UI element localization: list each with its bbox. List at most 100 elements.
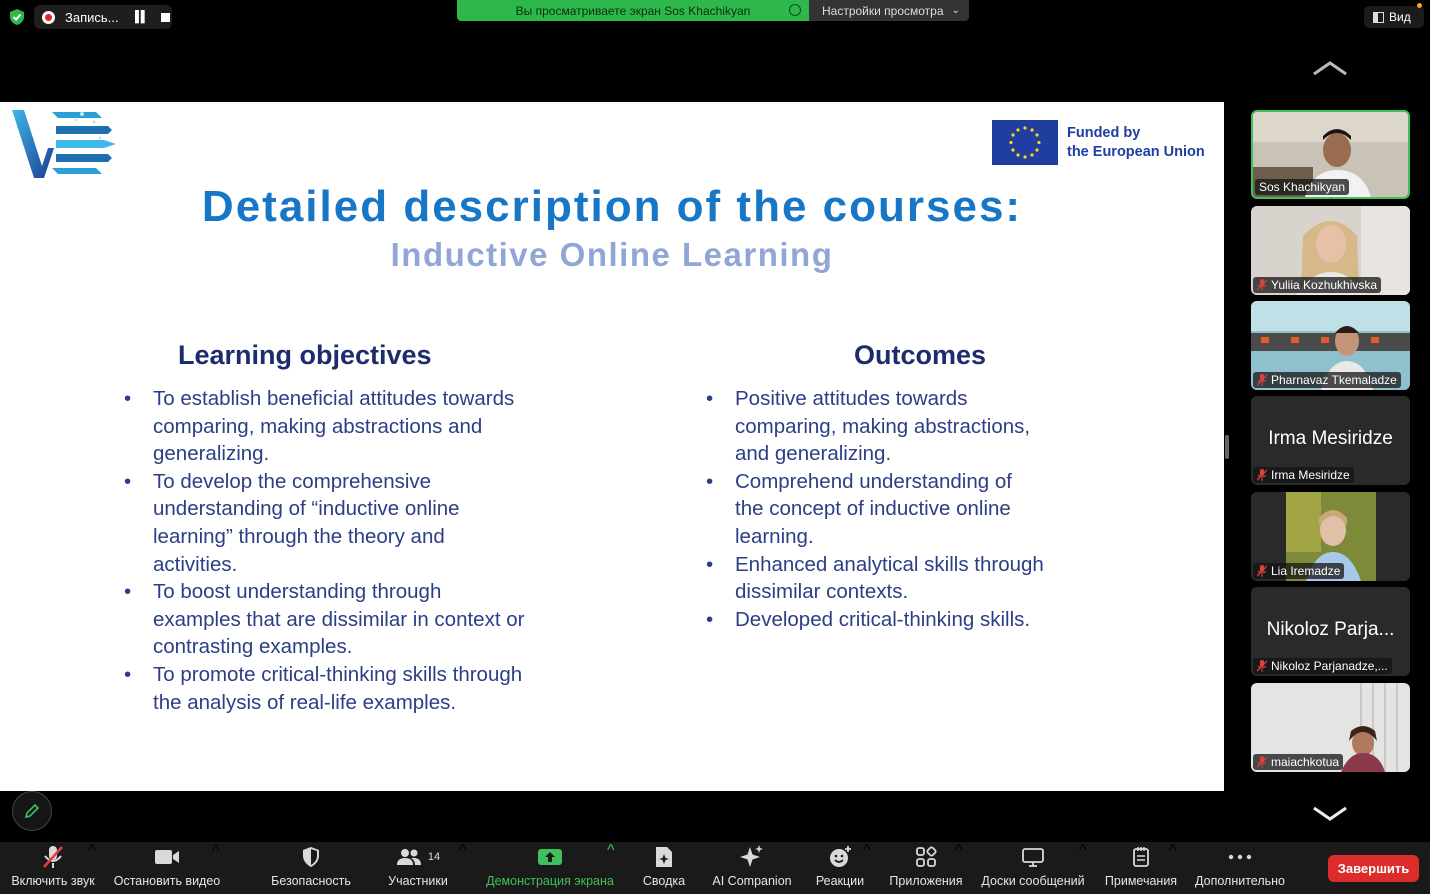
participant-tile-maiachkotua[interactable]: maiachkotua <box>1251 683 1410 772</box>
share-screen-icon <box>538 849 562 865</box>
participants-icon <box>396 849 421 865</box>
pencil-icon <box>24 803 40 819</box>
view-layout-button[interactable]: Вид <box>1364 3 1424 28</box>
slide-subtitle: Inductive Online Learning <box>390 236 834 273</box>
slide-title: Detailed description of the courses: <box>201 182 1023 231</box>
security-label: Безопасность <box>271 874 351 888</box>
stop-recording-icon[interactable] <box>160 12 170 22</box>
view-options-button[interactable]: Настройки просмотра ⌄ <box>809 0 969 21</box>
list-item: Enhanced analytical skills through dissi… <box>706 551 1046 606</box>
ai-sparkle-icon <box>740 845 763 867</box>
outcomes-list: Positive attitudes towards comparing, ma… <box>706 385 1046 633</box>
list-item: Positive attitudes towards comparing, ma… <box>706 385 1046 468</box>
mic-muted-icon <box>1257 660 1267 672</box>
participant-display-name: Irma Mesiridze <box>1268 428 1393 449</box>
more-label: Дополнительно <box>1195 874 1285 888</box>
notes-icon <box>1133 847 1149 867</box>
whiteboards-label: Доски сообщений <box>981 874 1085 888</box>
participants-options-chevron-icon[interactable]: ^ <box>459 842 467 894</box>
smiley-icon <box>830 846 851 867</box>
notes-options-chevron-icon[interactable]: ^ <box>1169 842 1177 894</box>
end-meeting-button[interactable]: Завершить <box>1328 855 1419 882</box>
video-options-chevron-icon[interactable]: ^ <box>212 842 220 894</box>
ai-companion-label: AI Companion <box>712 874 792 888</box>
share-options-chevron-icon[interactable]: ^ <box>607 842 615 894</box>
mic-muted-icon <box>1257 756 1267 768</box>
gallery-scroll-up-icon[interactable] <box>1310 58 1350 78</box>
audio-options-chevron-icon[interactable]: ^ <box>88 842 96 894</box>
reactions-label: Реакции <box>815 874 865 888</box>
participant-tile-yuliia-kozhukhivska[interactable]: Yuliia Kozhukhivska <box>1251 206 1410 295</box>
share-status-icon <box>789 4 801 16</box>
apps-options-chevron-icon[interactable]: ^ <box>955 842 963 894</box>
stop-video-button[interactable]: Остановить видео <box>113 842 221 894</box>
more-dots-icon <box>1228 854 1252 860</box>
mic-muted-icon <box>1257 469 1267 481</box>
participant-name-tag: Irma Mesiridze <box>1253 467 1354 483</box>
screen-share-banner: Вы просматриваете экран Sos Khachikyan <box>457 0 809 21</box>
ve-logo-icon <box>12 110 116 178</box>
list-item: Developed critical-thinking skills. <box>706 606 1046 634</box>
summary-document-icon <box>656 847 672 867</box>
participant-name-tag: Pharnavaz Tkemaladze <box>1253 372 1401 388</box>
share-screen-button[interactable]: Демонстрация экрана <box>482 842 618 894</box>
participant-name-tag: maiachkotua <box>1253 754 1344 770</box>
participant-name-tag: Sos Khachikyan <box>1255 179 1350 195</box>
more-button[interactable]: Дополнительно <box>1192 842 1288 894</box>
share-banner-text: Вы просматриваете экран Sos Khachikyan <box>515 3 751 18</box>
participant-name-tag: Nikoloz Parjanadze,... <box>1253 658 1392 674</box>
participant-tile-lia-iremadze[interactable]: Lia Iremadze <box>1251 492 1410 581</box>
participant-tile-irma-mesiridze[interactable]: Irma Mesiridze Irma Mesiridze <box>1251 396 1410 485</box>
eu-funding-text: Funded by the European Union <box>1067 124 1205 162</box>
participant-name: Sos Khachikyan <box>1259 180 1346 194</box>
notification-dot <box>1417 3 1422 8</box>
view-options-label: Настройки просмотра <box>822 3 944 18</box>
eu-line-2: the European Union <box>1067 144 1205 160</box>
annotate-button[interactable] <box>12 791 52 831</box>
eu-line-1: Funded by <box>1067 125 1141 141</box>
mic-muted-icon <box>1257 374 1267 386</box>
summary-label: Сводка <box>642 874 686 888</box>
gallery-scroll-down-icon[interactable] <box>1310 804 1350 824</box>
participants-button[interactable]: 14 Участники <box>386 842 450 894</box>
panel-resize-handle[interactable] <box>1225 435 1229 459</box>
share-screen-label: Демонстрация экрана <box>486 874 614 888</box>
summary-button[interactable]: Сводка <box>640 842 688 894</box>
participant-name-tag: Yuliia Kozhukhivska <box>1253 277 1382 293</box>
ai-companion-button[interactable]: AI Companion <box>710 842 794 894</box>
chevron-down-icon: ⌄ <box>951 5 960 16</box>
whiteboards-options-chevron-icon[interactable]: ^ <box>1079 842 1087 894</box>
participant-tile-nikoloz-parjanadze[interactable]: Nikoloz Parja... Nikoloz Parjanadze,... <box>1251 587 1410 676</box>
participant-name: Yuliia Kozhukhivska <box>1271 278 1378 292</box>
layout-icon <box>1373 11 1384 23</box>
unmute-button[interactable]: Включить звук <box>10 842 96 894</box>
list-item: To boost understanding through examples … <box>124 578 534 661</box>
mic-muted-icon <box>1257 279 1267 291</box>
participant-name: Irma Mesiridze <box>1271 468 1350 482</box>
meeting-toolbar: Включить звук ^ Остановить видео ^ Безоп… <box>0 842 1430 894</box>
eu-flag-icon <box>992 120 1058 165</box>
participant-name-tag: Lia Iremadze <box>1253 563 1345 579</box>
security-button[interactable]: Безопасность <box>268 842 354 894</box>
shield-icon <box>303 847 319 867</box>
notes-label: Примечания <box>1104 874 1178 888</box>
participant-tile-sos-khachikyan[interactable]: Sos Khachikyan <box>1251 110 1410 199</box>
reactions-options-chevron-icon[interactable]: ^ <box>863 842 871 894</box>
recording-indicator[interactable]: Запись... ▌▌ <box>34 5 172 29</box>
reactions-button[interactable]: Реакции <box>812 842 868 894</box>
apps-label: Приложения <box>889 874 963 888</box>
participant-tile-pharnavaz-tkemaladze[interactable]: Pharnavaz Tkemaladze <box>1251 301 1410 390</box>
whiteboard-icon <box>1022 848 1044 867</box>
list-item: To promote critical-thinking skills thro… <box>124 661 534 716</box>
whiteboards-button[interactable]: Доски сообщений <box>978 842 1088 894</box>
participant-name: Nikoloz Parjanadze,... <box>1271 659 1388 673</box>
apps-icon <box>916 846 937 867</box>
participant-display-name: Nikoloz Parja... <box>1266 619 1395 640</box>
unmute-label: Включить звук <box>11 874 95 888</box>
view-layout-label: Вид <box>1389 10 1411 24</box>
participant-name: Pharnavaz Tkemaladze <box>1271 373 1397 387</box>
stop-video-label: Остановить видео <box>113 874 221 888</box>
apps-button[interactable]: Приложения <box>886 842 966 894</box>
pause-recording-icon[interactable]: ▌▌ <box>135 11 149 23</box>
security-shield-icon[interactable] <box>8 8 26 26</box>
